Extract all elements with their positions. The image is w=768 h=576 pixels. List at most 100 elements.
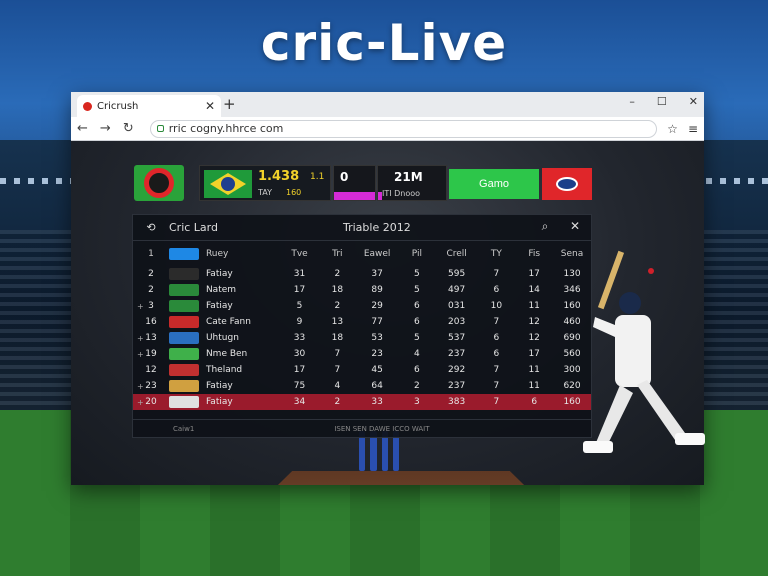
forward-icon[interactable]: →: [100, 121, 111, 136]
new-tab-button[interactable]: +: [223, 95, 236, 113]
rank-change-mark: +: [137, 397, 144, 407]
team1-sub-b: 160: [286, 188, 302, 197]
maximize-button[interactable]: ☐: [657, 95, 667, 108]
row-cell: 7: [334, 365, 341, 375]
helmet: [619, 292, 641, 314]
row-team: Fatiay: [168, 396, 281, 408]
team-name: Uhtugn: [205, 333, 239, 343]
site-logo[interactable]: [134, 165, 184, 201]
team-name: Fatiay: [205, 269, 233, 279]
team-flag-icon: [168, 364, 199, 376]
row-cell: 2: [413, 381, 420, 391]
logo-ring-icon: [144, 168, 174, 198]
url-text: rric cogny.hhrce com: [168, 122, 284, 135]
table-row[interactable]: +13 Uhtugn 33 18 53 5 537 6 12 690: [133, 330, 591, 346]
row-cell: 497: [448, 285, 466, 295]
close-icon[interactable]: ✕: [565, 219, 585, 233]
shoe-right: [675, 433, 705, 445]
browser-tab[interactable]: Cricrush ✕: [77, 95, 221, 117]
header-flag-icon: [168, 247, 199, 260]
row-cell: 7: [493, 381, 500, 391]
search-icon[interactable]: ⌕: [535, 219, 555, 234]
score-box-2[interactable]: 0: [333, 165, 376, 201]
row-rank: 12: [145, 365, 157, 375]
row-cell: 2: [334, 301, 341, 311]
minimize-button[interactable]: –: [629, 95, 635, 108]
row-cell: 6: [531, 397, 538, 407]
row-cell: 3: [413, 397, 420, 407]
rank-change-mark: +: [137, 381, 144, 391]
table-row[interactable]: +19 Nme Ben 30 7 23 4 237 6 17 560: [133, 346, 591, 362]
batsman-figure: [583, 250, 705, 453]
row-cell: 37: [371, 269, 383, 279]
column-header[interactable]: Fis: [515, 249, 553, 259]
table-row[interactable]: +3 Fatiay 5 2 29 6 031 10 11 160: [133, 298, 591, 314]
menu-icon[interactable]: ≡: [688, 122, 698, 136]
row-cell: 6: [413, 317, 420, 327]
score-box-3[interactable]: 21M ITI Dnooo: [377, 165, 447, 201]
team2-flag-box[interactable]: [542, 168, 592, 200]
row-cell: 6: [413, 365, 420, 375]
row-cell: 33: [371, 397, 383, 407]
standings-rows: 2 Fatiay 31 2 37 5 595 7 17 130 2 Natem 17 18 89 5 497 6 1…: [133, 266, 591, 410]
table-row[interactable]: 2 Fatiay 31 2 37 5 595 7 17 130: [133, 266, 591, 282]
game-button[interactable]: Gamo: [449, 169, 539, 199]
row-cell: 77: [371, 317, 383, 327]
tab-close-icon[interactable]: ✕: [205, 99, 215, 113]
column-header[interactable]: Tve: [281, 249, 319, 259]
row-cell: 17: [528, 349, 540, 359]
team1-overs: 1.1: [310, 172, 325, 182]
back-icon[interactable]: ←: [77, 121, 88, 136]
team1-scorecard[interactable]: 1.438 1.1 TAY 160: [199, 165, 331, 201]
table-row[interactable]: 12 Theland 17 7 45 6 292 7 11 300: [133, 362, 591, 378]
row-team: Uhtugn: [168, 332, 281, 344]
row-cell: 29: [371, 301, 383, 311]
row-cell: 383: [448, 397, 466, 407]
bookmark-icon[interactable]: ☆: [667, 122, 678, 136]
shoe-left: [583, 441, 613, 453]
table-row[interactable]: 16 Cate Fann 9 13 77 6 203 7 12 460: [133, 314, 591, 330]
column-header[interactable]: Crell: [436, 249, 478, 259]
row-cell: 11: [528, 365, 540, 375]
reload-icon[interactable]: ↻: [123, 121, 134, 136]
row-team: Fatiay: [168, 300, 281, 312]
row-cell: 7: [493, 365, 500, 375]
row-cell: 45: [371, 365, 383, 375]
rank-change-mark: +: [137, 301, 144, 311]
column-header[interactable]: TY: [477, 249, 515, 259]
row-team: Fatiay: [168, 380, 281, 392]
row-cell: 12: [528, 333, 540, 343]
row-cell: 75: [293, 381, 306, 391]
row-cell: 31: [293, 269, 306, 279]
table-row[interactable]: 2 Natem 17 18 89 5 497 6 14 346: [133, 282, 591, 298]
table-row[interactable]: +20 Fatiay 34 2 33 3 383 7 6 160: [133, 394, 591, 410]
url-field[interactable]: rric cogny.hhrce com: [149, 119, 658, 138]
column-header[interactable]: Pil: [398, 249, 436, 259]
row-cell: 2: [334, 397, 341, 407]
table-row[interactable]: +23 Fatiay 75 4 64 2 237 7 11 620: [133, 378, 591, 394]
favicon-icon: [83, 101, 92, 111]
row-cell: 4: [413, 349, 420, 359]
score-box-3-bar: [378, 192, 382, 200]
team-flag-icon: [168, 332, 199, 344]
footer-left: Caiw1: [173, 424, 195, 433]
ball-icon: [648, 268, 654, 274]
tab-title: Cricrush: [97, 100, 139, 112]
row-cell: 13: [331, 317, 344, 327]
standings-panel: ⟲ Cric Lard Triable 2012 ⌕ ✕ 1 Ruey Tve …: [132, 214, 592, 438]
column-header[interactable]: Tri: [318, 249, 356, 259]
team1-sub-a: TAY: [258, 188, 273, 197]
column-header[interactable]: Eawel: [356, 249, 398, 259]
close-window-button[interactable]: ✕: [689, 95, 698, 108]
back-arrow-icon[interactable]: ⟲: [133, 221, 169, 234]
row-cell: 237: [448, 349, 466, 359]
row-cell: 53: [371, 333, 383, 343]
row-cell: 23: [371, 349, 383, 359]
team-name: Fatiay: [205, 301, 233, 311]
row-cell: 7: [493, 317, 500, 327]
row-team: Cate Fann: [168, 316, 281, 328]
jersey: [615, 315, 651, 387]
window-controls: – ☐ ✕: [629, 95, 698, 108]
panel-footer: Caiw1 ISEN SEN DAWE ICCO WAIT: [133, 419, 591, 437]
score-box-2-value: 0: [340, 170, 349, 184]
